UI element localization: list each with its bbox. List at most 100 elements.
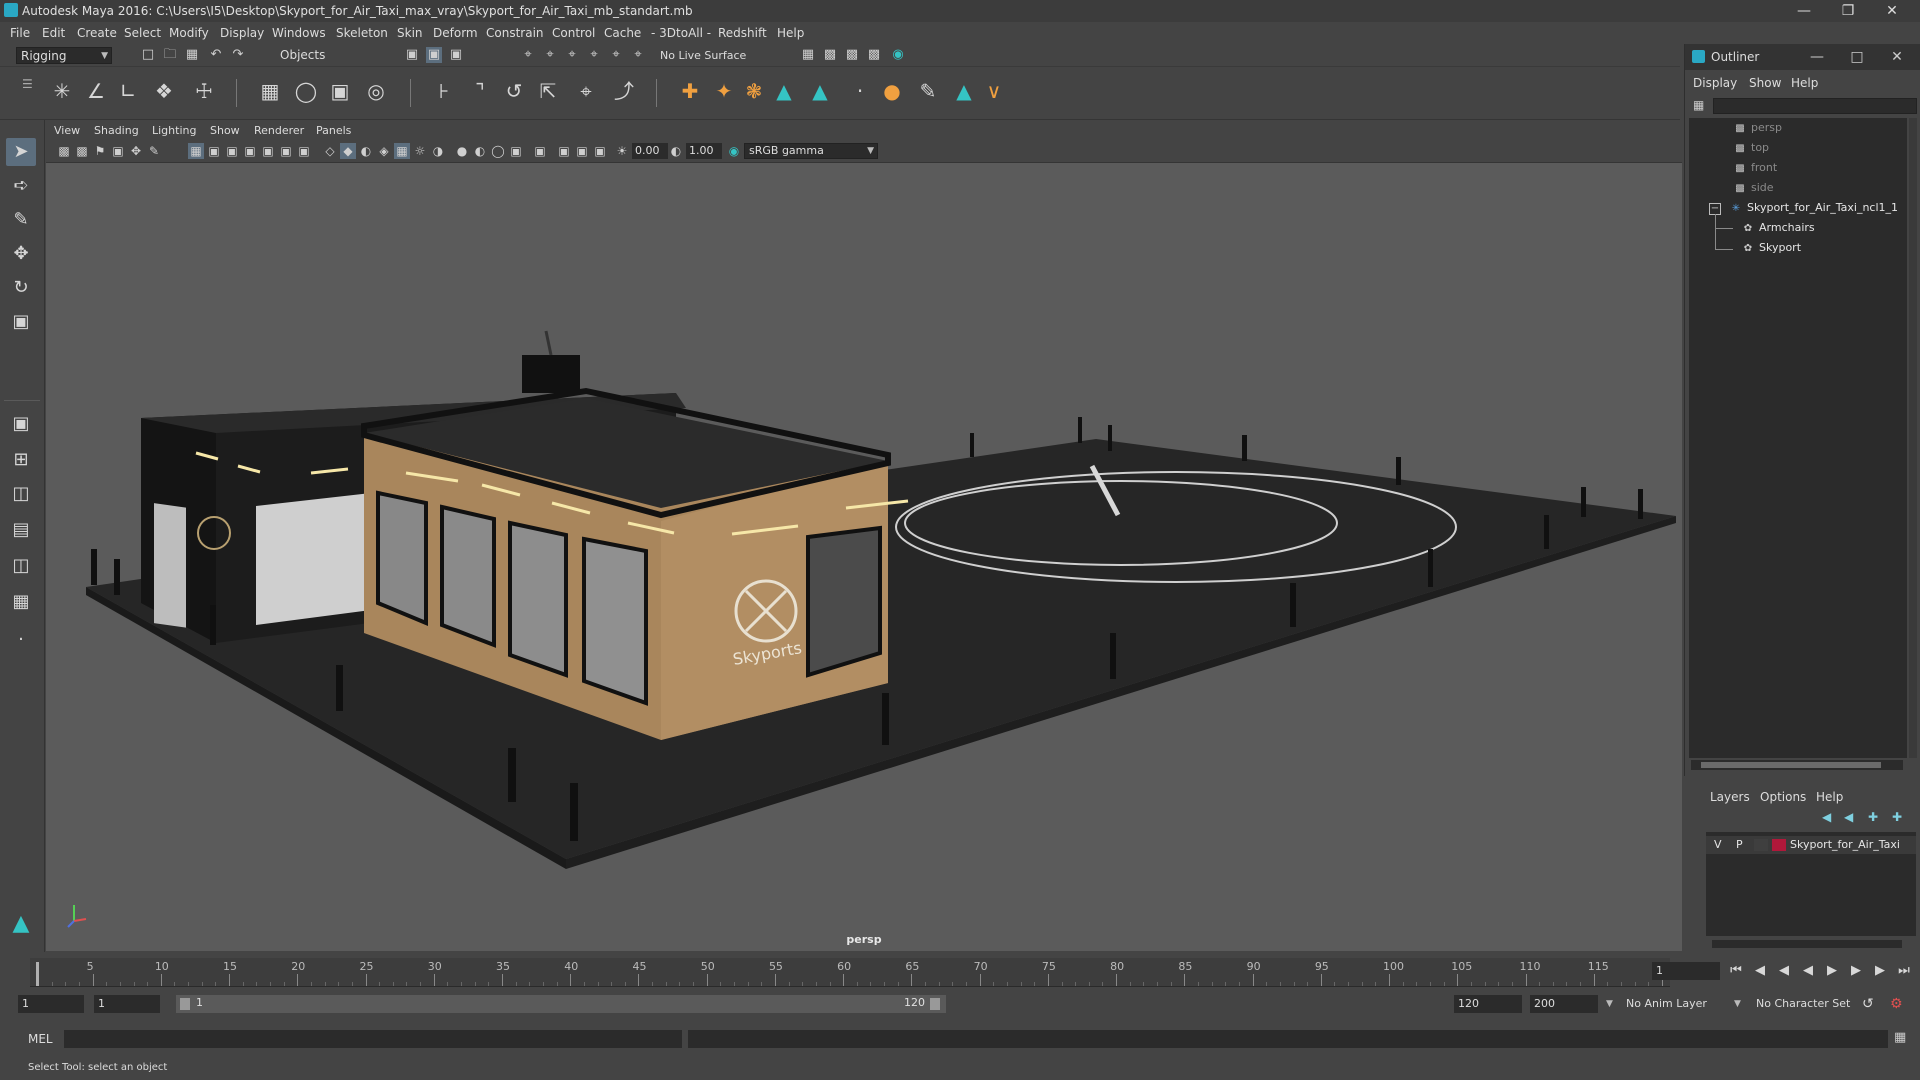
outliner-camera-top[interactable]: ▩ top xyxy=(1733,138,1769,158)
menu-deform[interactable]: Deform xyxy=(433,26,478,40)
cluster-icon[interactable]: ◎ xyxy=(362,77,390,105)
menu-help[interactable]: Help xyxy=(777,26,804,40)
menu-constrain[interactable]: Constrain xyxy=(486,26,544,40)
color-management-icon[interactable]: ◉ xyxy=(726,143,742,159)
persp-outliner-layout-icon[interactable]: ◫ xyxy=(6,480,36,508)
range-end-handle[interactable] xyxy=(930,998,940,1010)
outliner-child-skyport[interactable]: ✿ Skyport xyxy=(1741,238,1801,258)
playback-end-field[interactable]: 120 xyxy=(1454,995,1522,1013)
constraint-orient-icon[interactable]: ↺ xyxy=(500,77,528,105)
menu-create[interactable]: Create xyxy=(77,26,117,40)
layer-playback-toggle[interactable]: P xyxy=(1736,836,1743,854)
outliner-root-node[interactable]: − ✳ Skyport_for_Air_Taxi_ncl1_1 xyxy=(1709,198,1898,218)
go-to-start-icon[interactable]: ⏮ xyxy=(1726,962,1746,980)
mel-script-icon[interactable]: ▲ xyxy=(770,77,798,105)
constraint-aim-icon[interactable]: ⌝ xyxy=(466,77,494,105)
skin-weight-icon[interactable]: ✦ xyxy=(710,77,738,105)
mirror-joint-icon[interactable]: ☩ xyxy=(190,77,218,105)
joint-tool-icon[interactable]: ✳ xyxy=(48,77,76,105)
outliner-minimize-button[interactable]: — xyxy=(1797,44,1837,70)
custom-script-icon[interactable]: ▲ xyxy=(950,77,978,105)
outliner-menu-display[interactable]: Display xyxy=(1693,76,1737,90)
scale-tool-icon[interactable]: ▣ xyxy=(6,308,36,336)
menu-modify[interactable]: Modify xyxy=(169,26,209,40)
single-perspective-layout-icon[interactable]: ▣ xyxy=(6,410,36,438)
outliner-close-button[interactable]: ✕ xyxy=(1877,44,1917,70)
constraint-scale-icon[interactable]: ⇱ xyxy=(534,77,562,105)
step-forward-frame-icon[interactable]: ▶ xyxy=(1870,962,1890,980)
depth-of-field-icon[interactable]: ▣ xyxy=(508,143,524,159)
grid-toggle-icon[interactable]: ▦ xyxy=(188,143,204,159)
move-layer-up-icon[interactable]: ◀ xyxy=(1822,810,1831,824)
menu-skeleton[interactable]: Skeleton xyxy=(336,26,388,40)
menu-select[interactable]: Select xyxy=(124,26,161,40)
play-backwards-icon[interactable]: ◀ xyxy=(1798,962,1818,980)
outliner-menu-help[interactable]: Help xyxy=(1791,76,1818,90)
safe-title-icon[interactable]: ▣ xyxy=(296,143,312,159)
snap-point-icon[interactable]: ⌖ xyxy=(564,47,580,63)
wireframe-icon[interactable]: ◇ xyxy=(322,143,338,159)
image-plane-icon[interactable]: ▣ xyxy=(110,143,126,159)
undo-icon[interactable]: ↶ xyxy=(208,47,224,63)
step-forward-key-icon[interactable]: ▶ xyxy=(1846,962,1866,980)
step-back-frame-icon[interactable]: ◀ xyxy=(1750,962,1770,980)
script-editor-icon[interactable]: ▦ xyxy=(1894,1030,1906,1045)
viewport-menu-shading[interactable]: Shading xyxy=(94,124,139,137)
perspective-viewport[interactable]: Skyports persp xyxy=(46,163,1682,951)
field-chart-icon[interactable]: ▣ xyxy=(260,143,276,159)
outliner-child-armchairs[interactable]: ✿ Armchairs xyxy=(1741,218,1815,238)
isolate-select-icon[interactable]: ▣ xyxy=(532,143,548,159)
screen-space-ao-icon[interactable]: ● xyxy=(454,143,470,159)
step-back-key-icon[interactable]: ◀ xyxy=(1774,962,1794,980)
python-script-icon[interactable]: ▲ xyxy=(806,77,834,105)
safe-action-icon[interactable]: ▣ xyxy=(278,143,294,159)
viewport-menu-panels[interactable]: Panels xyxy=(316,124,351,137)
uv-editor-layout-icon[interactable]: ▦ xyxy=(6,588,36,616)
2d-pan-zoom-icon[interactable]: ✥ xyxy=(128,143,144,159)
range-start-handle[interactable] xyxy=(180,998,190,1010)
character-controls-icon[interactable]: ✎ xyxy=(914,77,942,105)
camera-select-icon[interactable]: ▩ xyxy=(56,143,72,159)
current-frame-field[interactable]: 1 xyxy=(1652,962,1720,980)
layer-row[interactable]: V P Skyport_for_Air_Taxi xyxy=(1706,836,1916,854)
xray-components-icon[interactable]: ▣ xyxy=(592,143,608,159)
hik-icon[interactable]: ● xyxy=(878,77,906,105)
menu-display[interactable]: Display xyxy=(220,26,264,40)
menu-file[interactable]: File xyxy=(10,26,30,40)
color-space-dropdown[interactable]: sRGB gamma ▼ xyxy=(744,143,878,159)
select-hierarchy-icon[interactable]: ▣ xyxy=(404,47,420,63)
constraint-point-icon[interactable]: ⊦ xyxy=(430,77,458,105)
smooth-shade-icon[interactable]: ◆ xyxy=(340,143,356,159)
menu-edit[interactable]: Edit xyxy=(42,26,65,40)
vray-icon[interactable]: ∨ xyxy=(980,77,1008,105)
paint-select-icon[interactable]: ✎ xyxy=(6,206,36,234)
viewport-menu-show[interactable]: Show xyxy=(210,124,240,137)
default-material-icon[interactable]: ◐ xyxy=(358,143,374,159)
use-all-lights-icon[interactable]: ☼ xyxy=(412,143,428,159)
constraint-pole-icon[interactable]: ⤴ xyxy=(610,77,638,105)
layers-menu-layers[interactable]: Layers xyxy=(1710,790,1750,804)
play-forwards-icon[interactable]: ▶ xyxy=(1822,962,1842,980)
insert-joint-icon[interactable]: ❖ xyxy=(150,77,178,105)
grease-pencil-icon[interactable]: ✎ xyxy=(146,143,162,159)
current-frame-marker[interactable] xyxy=(36,962,39,986)
outliner-camera-persp[interactable]: ▩ persp xyxy=(1733,118,1782,138)
maximize-button[interactable]: ❐ xyxy=(1826,0,1870,22)
hypershade-layout-icon[interactable]: ◫ xyxy=(6,552,36,580)
snap-curve-icon[interactable]: ⌖ xyxy=(542,47,558,63)
gate-mask-icon[interactable]: ▣ xyxy=(242,143,258,159)
outliner-camera-front[interactable]: ▩ front xyxy=(1733,158,1777,178)
menu-windows[interactable]: Windows xyxy=(272,26,326,40)
layout-options-icon[interactable]: · xyxy=(6,626,36,654)
new-layer-icon[interactable]: ✚ xyxy=(1868,810,1878,824)
menu-3dtoall[interactable]: - 3DtoAll - xyxy=(651,26,711,40)
viewport-menu-renderer[interactable]: Renderer xyxy=(254,124,304,137)
select-object-icon[interactable]: ▣ xyxy=(426,47,442,63)
go-to-end-icon[interactable]: ⏭ xyxy=(1894,962,1914,980)
menu-skin[interactable]: Skin xyxy=(397,26,423,40)
exposure-field[interactable]: 0.00 xyxy=(632,143,668,159)
layer-name[interactable]: Skyport_for_Air_Taxi xyxy=(1790,836,1900,854)
redo-icon[interactable]: ↷ xyxy=(230,47,246,63)
layers-menu-help[interactable]: Help xyxy=(1816,790,1843,804)
menuset-dropdown[interactable]: Rigging ▼ xyxy=(16,47,112,64)
